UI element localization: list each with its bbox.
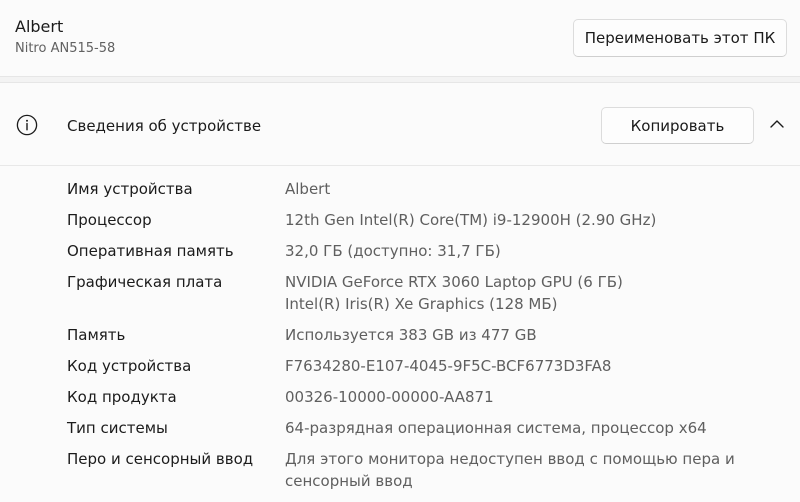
spec-label: Код продукта [67,388,177,406]
info-icon [16,114,38,136]
about-page: Albert Nitro AN515-58 Переименовать этот… [0,0,800,502]
spec-value[interactable]: Для этого монитора недоступен ввод с пом… [285,448,785,492]
spec-value-line: 32,0 ГБ (доступно: 31,7 ГБ) [285,242,501,260]
spec-value-line: F7634280-E107-4045-9F5C-BCF6773D3FA8 [285,357,612,375]
spec-label: Процессор [67,211,152,229]
spec-value-line: Для этого монитора недоступен ввод с пом… [285,450,735,468]
spec-value-line: Intel(R) Iris(R) Xe Graphics (128 МБ) [285,295,558,313]
spec-value-line: Albert [285,180,331,198]
spec-value-line: Используется 383 GB из 477 GB [285,326,537,344]
copy-button[interactable]: Копировать [601,107,754,144]
spec-value-line: 00326-10000-00000-AA871 [285,388,494,406]
device-model: Nitro AN515-58 [15,41,116,56]
device-specs-header[interactable]: Сведения об устройстве Копировать [0,83,800,166]
spec-value[interactable]: NVIDIA GeForce RTX 3060 Laptop GPU (6 ГБ… [285,271,785,315]
spec-value-line: сенсорный ввод [285,472,413,490]
rename-pc-button[interactable]: Переименовать этот ПК [573,19,787,57]
spec-value-line: 64-разрядная операционная система, проце… [285,419,707,437]
spec-value-line: NVIDIA GeForce RTX 3060 Laptop GPU (6 ГБ… [285,273,623,291]
device-header-card: Albert Nitro AN515-58 Переименовать этот… [0,0,800,77]
chevron-up-icon[interactable] [768,117,786,131]
spec-value[interactable]: 32,0 ГБ (доступно: 31,7 ГБ) [285,240,785,262]
device-name: Albert [15,17,64,36]
spec-label: Оперативная память [67,242,234,260]
device-specs-card: Сведения об устройстве Копировать Имя ус… [0,82,800,502]
spec-value-line: 12th Gen Intel(R) Core(TM) i9-12900H (2.… [285,211,657,229]
spec-value[interactable]: 12th Gen Intel(R) Core(TM) i9-12900H (2.… [285,209,785,231]
spec-label: Код устройства [67,357,192,375]
spec-value[interactable]: F7634280-E107-4045-9F5C-BCF6773D3FA8 [285,355,785,377]
spec-label: Имя устройства [67,180,193,198]
spec-value[interactable]: Albert [285,178,785,200]
spec-value[interactable]: 00326-10000-00000-AA871 [285,386,785,408]
device-specs-title: Сведения об устройстве [67,117,262,135]
spec-label: Перо и сенсорный ввод [67,450,254,468]
spec-label: Память [67,326,126,344]
spec-value[interactable]: 64-разрядная операционная система, проце… [285,417,785,439]
spec-label: Тип системы [67,419,168,437]
spec-value[interactable]: Используется 383 GB из 477 GB [285,324,785,346]
spec-label: Графическая плата [67,273,223,291]
